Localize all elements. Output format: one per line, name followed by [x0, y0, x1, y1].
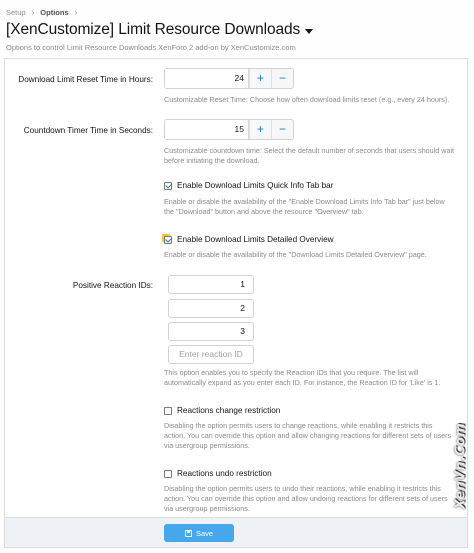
change-restriction-label[interactable]: Reactions change restriction	[177, 406, 280, 415]
detailed-overview-label[interactable]: Enable Download Limits Detailed Overview	[177, 235, 334, 244]
change-restriction-hint-line-3: via usergroup permissions.	[164, 441, 250, 450]
reaction-ids-hint-line-2: automatically expand as you enter each I…	[164, 378, 441, 387]
increment-button[interactable]: +	[249, 120, 271, 139]
reaction-ids-label: Positive Reaction IDs:	[72, 281, 153, 290]
change-restriction-hint-line-1: Disabling the option permits users to ch…	[164, 421, 433, 430]
countdown-spinbox: 15 + −	[164, 119, 294, 140]
save-label: Save	[195, 528, 214, 538]
quick-info-option[interactable]: Enable Download Limits Quick Info Tab ba…	[164, 181, 333, 190]
quick-info-hint-line-1: Enable or disable the availability of th…	[164, 197, 445, 206]
watermark-logo: XenVn.Com	[452, 391, 470, 541]
quick-info-checkbox[interactable]	[164, 181, 172, 190]
reaction-ids-hint-line-1: This option enables you to specify the R…	[164, 368, 419, 377]
save-icon	[184, 529, 192, 537]
reset-time-input[interactable]: 24	[165, 69, 249, 88]
breadcrumb: Setup › Options ›	[6, 8, 77, 17]
reaction-id-input[interactable]: 1	[168, 275, 254, 294]
undo-restriction-label[interactable]: Reactions undo restriction	[177, 469, 272, 478]
options-panel: Download Limit Reset Time in Hours: 24 +…	[4, 58, 468, 548]
reset-time-label: Download Limit Reset Time in Hours:	[18, 75, 153, 84]
undo-restriction-checkbox[interactable]	[164, 469, 172, 478]
countdown-hint-line-2: before initiating the download.	[164, 156, 260, 165]
detailed-overview-option[interactable]: Enable Download Limits Detailed Overview	[164, 235, 334, 244]
detailed-overview-checkbox[interactable]	[164, 235, 172, 244]
undo-restriction-hint-line-2: action. You can override this option and…	[164, 494, 448, 503]
change-restriction-hint-line-2: action. You can override this option and…	[164, 431, 452, 440]
chevron-right-icon: ›	[31, 8, 35, 17]
countdown-hint-line-1: Customizable countdown time: Select the …	[164, 146, 455, 155]
reaction-id-input[interactable]: 3	[168, 322, 254, 341]
quick-info-hint-line-2: the "Download" button and above the reso…	[164, 207, 364, 216]
reaction-id-input[interactable]: 2	[168, 299, 254, 318]
page-title[interactable]: [XenCustomize] Limit Resource Downloads	[6, 21, 314, 39]
decrement-button[interactable]: −	[271, 120, 293, 139]
reset-time-spinbox: 24 + −	[164, 68, 294, 89]
change-restriction-checkbox[interactable]	[164, 406, 172, 415]
page-title-text: [XenCustomize] Limit Resource Downloads	[6, 21, 301, 38]
decrement-button[interactable]: −	[271, 69, 293, 88]
reaction-id-new-input[interactable]: Enter reaction ID	[168, 345, 254, 364]
page-description: Options to control Limit Resource Downlo…	[6, 43, 296, 52]
form-footer: Save	[5, 517, 467, 547]
detailed-overview-hint: Enable or disable the availability of th…	[164, 250, 427, 259]
quick-info-label[interactable]: Enable Download Limits Quick Info Tab ba…	[177, 181, 333, 190]
increment-button[interactable]: +	[249, 69, 271, 88]
reset-time-hint: Customizable Reset Time: Choose how ofte…	[164, 95, 450, 104]
caret-down-icon[interactable]	[305, 28, 314, 34]
undo-restriction-option[interactable]: Reactions undo restriction	[164, 469, 272, 478]
chevron-right-icon: ›	[74, 8, 78, 17]
watermark-text: XenVn.Com	[453, 422, 469, 510]
breadcrumb-options[interactable]: Options	[40, 8, 68, 17]
undo-restriction-hint-line-1: Disabling the option permits users to un…	[164, 484, 441, 493]
change-restriction-option[interactable]: Reactions change restriction	[164, 406, 280, 415]
countdown-label: Countdown Timer Time in Seconds:	[23, 126, 153, 135]
breadcrumb-setup[interactable]: Setup	[6, 8, 26, 17]
countdown-input[interactable]: 15	[165, 120, 249, 139]
undo-restriction-hint-line-3: via usergroup permissions.	[164, 504, 250, 513]
save-button[interactable]: Save	[164, 524, 234, 542]
